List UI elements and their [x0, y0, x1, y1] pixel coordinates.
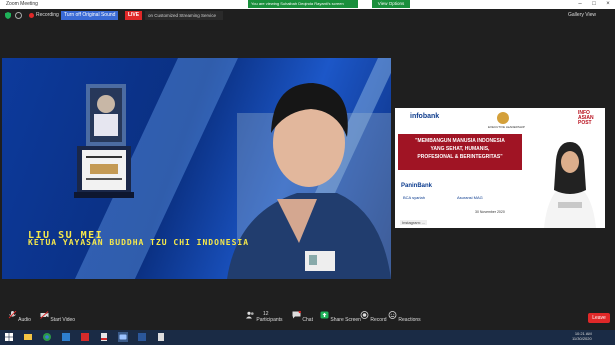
- pdf-file-icon[interactable]: [99, 332, 109, 342]
- share-screen-arrow-icon: [320, 311, 329, 319]
- chat-bubble-icon: [292, 310, 301, 319]
- audio-button[interactable]: Audio: [8, 310, 31, 323]
- sponsor-paninbank: PaninBank: [401, 183, 433, 189]
- participant-video-thumbnail[interactable]: infobank EXECUTIVE LEADERSHIP INFO ASIAN…: [395, 108, 605, 228]
- start-video-button[interactable]: Start Video: [40, 311, 75, 323]
- banner-line-1: "MEMBANGUN MANUSIA INDONESIA: [415, 138, 505, 144]
- host-presenter-image: [544, 142, 596, 228]
- live-badge: LIVE: [125, 11, 142, 20]
- badge-caption: EXECUTIVE LEADERSHIP: [488, 125, 525, 129]
- smiley-reaction-icon: [388, 311, 397, 319]
- video-camera-off-icon: [40, 311, 49, 319]
- view-options-button[interactable]: View Options: [372, 0, 410, 8]
- participants-label: Participants: [256, 317, 283, 323]
- chat-label: Chat: [302, 317, 313, 323]
- taskbar-clock[interactable]: 10:21 AM 11/30/2020: [572, 331, 592, 341]
- gallery-view-button[interactable]: Gallery View: [568, 12, 596, 18]
- app-icon[interactable]: [61, 332, 71, 342]
- start-video-label: Start Video: [50, 317, 76, 323]
- record-circle-icon: [360, 311, 369, 319]
- record-button[interactable]: Record: [360, 311, 387, 323]
- infobank-logo: infobank: [410, 113, 440, 120]
- speaker-portrait: [227, 83, 391, 279]
- asian-post-logo: INFO ASIAN POST: [578, 110, 594, 126]
- event-date: 30 November 2020: [475, 210, 505, 214]
- pdf-reader-icon[interactable]: [80, 332, 90, 342]
- shared-screen-video: LIU SU MEI KETUA YAYASAN BUDDHA TZU CHI …: [2, 58, 391, 279]
- reactions-button[interactable]: Reactions: [388, 311, 421, 323]
- minimize-button[interactable]: –: [573, 0, 587, 9]
- banner-line-3: PROFESIONAL & BERINTEGRITAS": [417, 154, 503, 160]
- close-button[interactable]: ×: [601, 0, 615, 9]
- share-screen-label: Share Screen: [330, 317, 361, 323]
- chat-button[interactable]: Chat: [292, 310, 313, 323]
- participants-count: 12: [263, 311, 269, 317]
- banner-line-2: YANG SEHAT, HUMANIS,: [430, 146, 490, 152]
- window-title: Zoom Meeting: [6, 1, 38, 7]
- maximize-button[interactable]: □: [587, 0, 601, 9]
- document-icon[interactable]: [156, 332, 166, 342]
- record-label: Record: [370, 317, 387, 323]
- viewing-screen-notice: You are viewing Suhaibah Deqinda Rayanti…: [248, 0, 358, 8]
- clock-date: 11/30/2020: [572, 336, 592, 341]
- windows-taskbar: [0, 330, 615, 345]
- word-icon[interactable]: [137, 332, 147, 342]
- info-icon[interactable]: [15, 12, 22, 19]
- original-sound-button[interactable]: Turn off Original Sound: [61, 11, 119, 20]
- chrome-icon[interactable]: [42, 332, 52, 342]
- event-banner: "MEMBANGUN MANUSIA INDONESIA YANG SEHAT,…: [398, 134, 522, 170]
- recording-label: Recording: [36, 12, 59, 18]
- reactions-label: Reactions: [398, 317, 421, 323]
- participants-icon: [246, 311, 254, 319]
- file-explorer-icon[interactable]: [23, 332, 33, 342]
- windows-start-icon[interactable]: [4, 332, 14, 342]
- speaker-title-caption: KETUA YAYASAN BUDDHA TZU CHI INDONESIA: [28, 238, 250, 247]
- sponsor-bca-syariah: BCA syariah: [403, 195, 426, 200]
- recording-icon: [29, 13, 34, 18]
- microphone-muted-icon: [8, 310, 17, 319]
- streaming-status[interactable]: on Customized Streaming Service: [145, 11, 223, 20]
- shield-icon[interactable]: [5, 12, 11, 19]
- share-screen-button[interactable]: Share Screen: [320, 311, 361, 323]
- leave-button[interactable]: Leave: [588, 313, 610, 323]
- participant-name-label: Instagram: ...: [400, 220, 428, 225]
- zoom-window: Zoom Meeting – □ × Recording Turn off Or…: [0, 0, 615, 345]
- zoom-taskbar-icon[interactable]: [118, 332, 128, 342]
- audio-label: Audio: [18, 317, 31, 323]
- sponsor-asuransi-mag: Asuransi MAG: [457, 195, 483, 200]
- award-trophy-image: [74, 84, 134, 198]
- award-badge-icon: [497, 112, 509, 124]
